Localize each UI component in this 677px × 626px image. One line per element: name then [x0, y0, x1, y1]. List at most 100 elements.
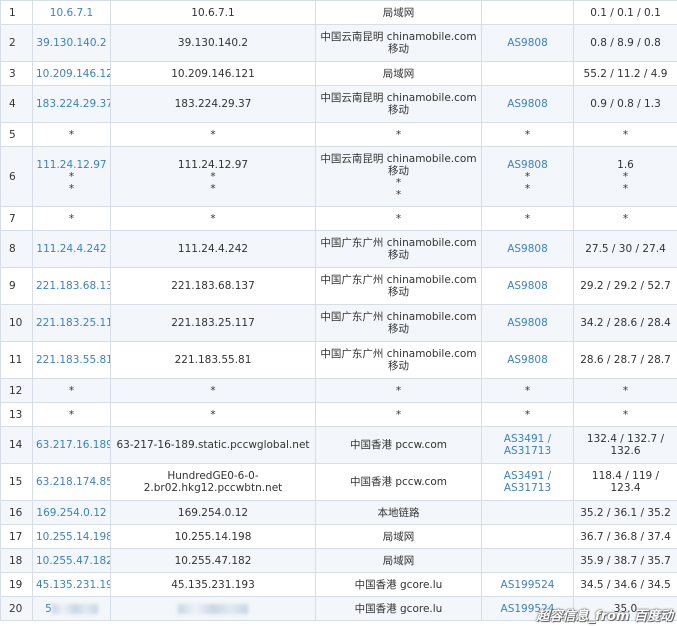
hostname-cell: 111.24.12.97 * *: [110, 146, 316, 207]
ip-cell[interactable]: 63.218.174.85: [32, 463, 111, 501]
ip-link[interactable]: 39.130.140.2: [36, 37, 106, 49]
ip-link[interactable]: 10.255.14.198: [36, 531, 110, 543]
location-cell: 局域网: [315, 0, 482, 25]
location-text: *: [395, 384, 402, 397]
asn-cell[interactable]: AS9808: [481, 267, 574, 305]
hostname-text: 221.183.68.137: [171, 280, 255, 292]
asn-cell[interactable]: AS3491 / AS31713: [481, 463, 574, 501]
ip-cell[interactable]: 221.183.25.117: [32, 304, 111, 342]
latency-cell: 35.9 / 38.7 / 35.7: [573, 548, 677, 573]
asn-link[interactable]: AS199524: [501, 579, 555, 591]
ip-cell[interactable]: *: [32, 378, 111, 403]
hostname-cell: HundredGE0-6-0-2.br02.hkg12.pccwbtn.net: [110, 463, 316, 501]
hostname-extra: *: [210, 170, 216, 183]
hop-cell: 9: [0, 267, 33, 305]
ip-cell[interactable]: *: [32, 402, 111, 427]
location-cell: 中国云南昆明 chinamobile.com 移动 * *: [315, 146, 482, 207]
ip-cell[interactable]: 221.183.68.137: [32, 267, 111, 305]
ip-cell[interactable]: 10.209.146.121: [32, 61, 111, 86]
latency-text: 34.2 / 28.6 / 28.4: [580, 317, 671, 329]
asn-link[interactable]: AS9808: [507, 159, 548, 171]
hostname-cell: *: [110, 402, 316, 427]
ip-link[interactable]: 111.24.4.242: [36, 243, 106, 255]
asn-link[interactable]: AS3491 / AS31713: [504, 433, 551, 457]
hostname-cell: 10.6.7.1: [110, 0, 316, 25]
ip-link[interactable]: 169.254.0.12: [36, 507, 106, 519]
ip-cell[interactable]: 63.217.16.189: [32, 426, 111, 464]
asn-link[interactable]: AS9808: [507, 243, 548, 255]
hostname-text: 10.209.146.121: [171, 67, 255, 80]
ip-link[interactable]: 221.183.55.81: [36, 354, 110, 366]
asn-cell[interactable]: AS9808: [481, 85, 574, 123]
hostname-cell: 10.255.47.182: [110, 548, 316, 573]
hostname-cell: 221.183.25.117: [110, 304, 316, 342]
latency-text: 132.4 / 132.7 / 132.6: [586, 433, 665, 457]
ip-link[interactable]: 10.255.47.182: [36, 555, 110, 567]
ip-cell[interactable]: 221.183.55.81: [32, 341, 111, 379]
hop-cell: 19: [0, 572, 33, 597]
hop-cell: 16: [0, 500, 33, 525]
location-text: 局域网: [382, 6, 415, 19]
hostname-text: 221.183.55.81: [174, 354, 252, 366]
table-row: 5 * * * * *: [0, 122, 677, 147]
ip-link[interactable]: 221.183.68.137: [36, 280, 110, 292]
ip-cell[interactable]: 183.224.29.37: [32, 85, 111, 123]
ip-link[interactable]: 10.6.7.1: [50, 7, 93, 19]
latency-cell: 132.4 / 132.7 / 132.6: [573, 426, 677, 464]
ip-cell[interactable]: 39.130.140.2: [32, 24, 111, 62]
hostname-text: 39.130.140.2: [177, 37, 249, 49]
latency-cell: 0.1 / 0.1 / 0.1: [573, 0, 677, 25]
hop-number: 8: [9, 243, 16, 255]
traceroute-table: 1 10.6.7.1 10.6.7.1 局域网 0.1 / 0.1 / 0.1 2 39.1…: [0, 0, 677, 621]
hostname-cell: 10.209.146.121: [110, 61, 316, 86]
ip-link[interactable]: 221.183.25.117: [36, 317, 110, 329]
latency-cell: 1.6 * *: [573, 146, 677, 207]
location-cell: 中国香港 gcore.lu: [315, 596, 482, 621]
ip-link[interactable]: 5: [45, 603, 52, 615]
location-text: 中国广东广州 chinamobile.com 移动: [320, 348, 477, 372]
asn-cell[interactable]: AS9808: [481, 304, 574, 342]
hostname-cell: 10.255.14.198: [110, 524, 316, 549]
asn-link[interactable]: AS9808: [507, 317, 548, 329]
latency-text: 55.2 / 11.2 / 4.9: [583, 67, 668, 80]
asn-cell[interactable]: AS9808: [481, 230, 574, 268]
ip-cell[interactable]: 45.135.231.193: [32, 572, 111, 597]
ip-link[interactable]: 63.218.174.85: [36, 476, 110, 488]
hop-number: 17: [9, 530, 23, 543]
asn-cell[interactable]: AS199524: [481, 572, 574, 597]
latency-cell: *: [573, 206, 677, 231]
hostname-text: 183.224.29.37: [174, 98, 252, 110]
ip-cell[interactable]: 169.254.0.12: [32, 500, 111, 525]
ip-cell[interactable]: 10.255.14.198: [32, 524, 111, 549]
asn-link[interactable]: AS9808: [507, 37, 548, 49]
asn-link[interactable]: AS9808: [507, 98, 548, 110]
ip-cell[interactable]: 111.24.4.242: [32, 230, 111, 268]
latency-cell: *: [573, 402, 677, 427]
ip-link[interactable]: 183.224.29.37: [36, 98, 110, 110]
ip-link[interactable]: 10.209.146.121: [36, 68, 110, 80]
asn-cell[interactable]: AS3491 / AS31713: [481, 426, 574, 464]
ip-cell[interactable]: 10.255.47.182: [32, 548, 111, 573]
asn-cell[interactable]: AS9808: [481, 24, 574, 62]
hostname-text: *: [210, 384, 216, 397]
hostname-cell: 39.130.140.2: [110, 24, 316, 62]
ip-cell[interactable]: 111.24.12.97 * *: [32, 146, 111, 207]
hop-number: 15: [9, 476, 23, 488]
asn-link[interactable]: AS9808: [507, 280, 548, 292]
ip-cell[interactable]: 10.6.7.1: [32, 0, 111, 25]
asn-link[interactable]: AS3491 / AS31713: [504, 470, 551, 494]
location-text: 中国云南昆明 chinamobile.com 移动: [320, 92, 477, 116]
ip-link[interactable]: 45.135.231.193: [36, 579, 110, 591]
ip-cell[interactable]: 5: [32, 596, 111, 621]
ip-link[interactable]: 111.24.12.97: [36, 159, 106, 171]
hop-cell: 7: [0, 206, 33, 231]
hop-number: 9: [9, 280, 16, 292]
ip-cell[interactable]: *: [32, 206, 111, 231]
ip-link[interactable]: 63.217.16.189: [36, 439, 110, 451]
asn-cell[interactable]: AS9808: [481, 341, 574, 379]
asn-link[interactable]: AS9808: [507, 354, 548, 366]
location-text: *: [395, 128, 402, 141]
hop-number: 5: [9, 128, 16, 141]
ip-cell[interactable]: *: [32, 122, 111, 147]
asn-cell[interactable]: AS9808 * *: [481, 146, 574, 207]
